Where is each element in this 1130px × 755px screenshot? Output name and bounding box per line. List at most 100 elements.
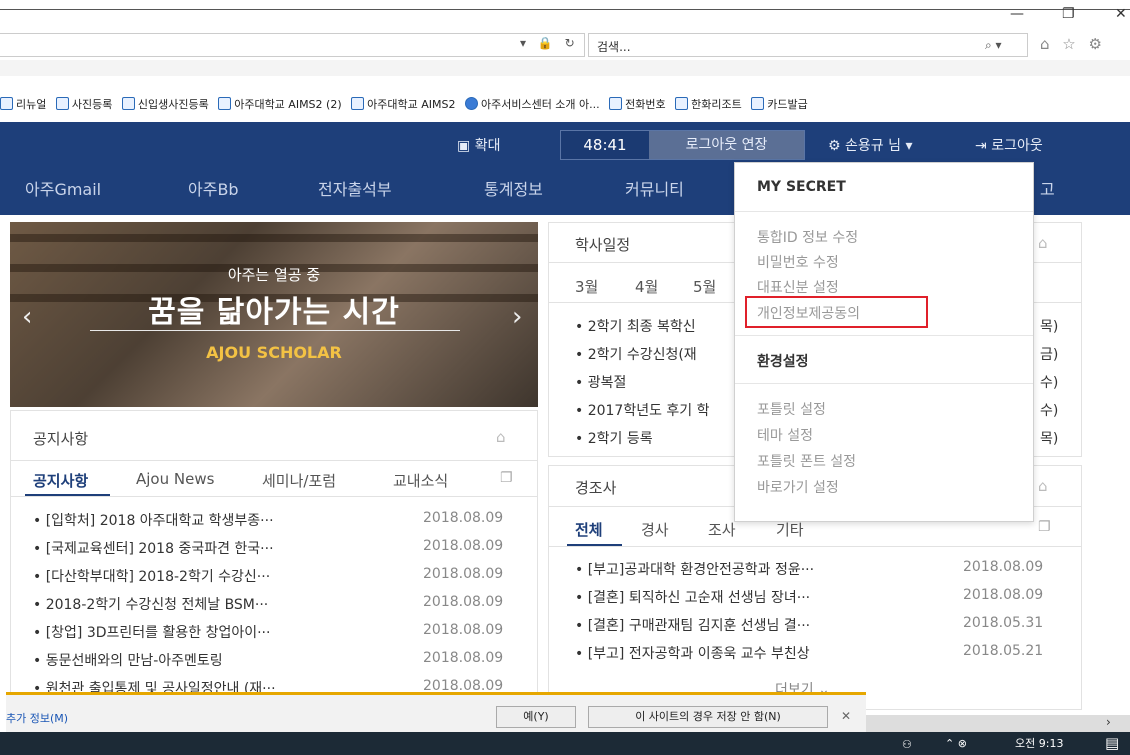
month-tab-5[interactable]: 5월 — [693, 276, 716, 297]
extend-logout-button[interactable]: 로그아웃 연장 — [649, 131, 804, 159]
favorite-item[interactable]: 아주대학교 AIMS2 (2) — [218, 96, 342, 112]
tab-notice[interactable]: 공지사항 — [33, 470, 88, 491]
ie-page-icon — [218, 97, 232, 110]
menu-item-change-password[interactable]: 비밀번호 수정 — [757, 252, 839, 272]
nav-item-community[interactable]: 커뮤니티 — [625, 176, 684, 200]
yes-button[interactable]: 예(Y) — [496, 706, 576, 728]
list-item[interactable]: • [입학처] 2018 아주대학교 학생부종··· 2018.08.09 — [33, 510, 528, 538]
favorite-item[interactable]: 아주서비스센터 소개 아... — [464, 96, 600, 112]
session-timer: 48:41 로그아웃 연장 — [560, 130, 805, 160]
nav-item-partial[interactable]: 고 — [1040, 176, 1055, 200]
zoom-label: 확대 — [474, 138, 501, 154]
search-icon[interactable]: ⌕ ▾ — [985, 38, 1002, 53]
favorite-item[interactable]: 전화번호 — [609, 96, 666, 112]
home-star-gear-icon[interactable]: ⌂ ☆ ⚙ — [1040, 35, 1106, 53]
list-item[interactable]: • 2018-2학기 수강신청 전체날 BSM··· 2018.08.09 — [33, 594, 528, 622]
item-title: • 2학기 최종 복학신 — [575, 319, 696, 335]
item-day: 수) — [1040, 403, 1059, 419]
list-item[interactable]: • [부고]공과대학 환경안전공학과 정윤··· 2018.08.09 — [575, 559, 1065, 587]
banner-next-icon[interactable]: › — [512, 302, 522, 332]
item-title: • [국제교육센터] 2018 중국파견 한국··· — [33, 541, 274, 557]
list-item[interactable]: • 동문선배와의 만남-아주멘토링 2018.08.09 — [33, 650, 528, 678]
menu-item-privacy-consent[interactable]: 개인정보제공동의 — [757, 303, 860, 323]
favorite-label: 리뉴얼 — [16, 98, 47, 111]
month-tab-4[interactable]: 4월 — [635, 276, 658, 297]
tab-etc[interactable]: 기타 — [776, 519, 804, 540]
ie-page-icon — [121, 97, 135, 110]
tab-all[interactable]: 전체 — [575, 519, 603, 540]
dropdown-divider — [735, 211, 1033, 212]
nav-item-gmail[interactable]: 아주Gmail — [25, 176, 101, 200]
list-item[interactable]: • [창업] 3D프린터를 활용한 창업아이··· 2018.08.09 — [33, 622, 528, 650]
more-window-icon[interactable]: ❐ — [500, 470, 513, 486]
more-window-icon[interactable]: ❐ — [1038, 519, 1051, 535]
tray-expand-icon[interactable]: ⌃ ⊗ — [945, 737, 967, 750]
menu-item-theme-settings[interactable]: 테마 설정 — [757, 425, 813, 445]
notice-list: • [입학처] 2018 아주대학교 학생부종··· 2018.08.09 • [… — [33, 510, 528, 706]
nav-item-attendance[interactable]: 전자출석부 — [318, 176, 392, 200]
people-icon[interactable]: ⚇ — [902, 738, 912, 751]
browser-address-row: ▾ 🔒 ↻ 검색... ⌕ ▾ ⌂ ☆ ⚙ — [0, 30, 1130, 60]
item-date: 2018.08.09 — [963, 587, 1044, 603]
condolence-title: 경조사 — [575, 479, 617, 497]
favorite-item[interactable]: 사진등록 — [55, 96, 113, 112]
item-title: • [입학처] 2018 아주대학교 학생부종··· — [33, 513, 274, 529]
favorite-label: 사진등록 — [71, 98, 113, 111]
banner-subtitle: AJOU SCHOLAR — [206, 343, 342, 362]
item-date: 2018.08.09 — [423, 538, 504, 554]
favorite-item[interactable]: 카드발급 — [751, 96, 808, 112]
more-info-link[interactable]: 추가 정보(M) — [6, 710, 68, 726]
menu-item-shortcut-settings[interactable]: 바로가기 설정 — [757, 477, 839, 497]
minimize-button[interactable]: — — [1010, 6, 1024, 22]
address-bar[interactable] — [0, 33, 585, 57]
gear-icon: ⚙ — [828, 138, 846, 154]
nav-item-bb[interactable]: 아주Bb — [188, 176, 239, 200]
horizontal-scrollbar[interactable]: › — [866, 715, 1130, 732]
menu-item-edit-id[interactable]: 통합ID 정보 수정 — [757, 227, 858, 247]
favorite-item[interactable]: 아주대학교 AIMS2 — [351, 96, 455, 112]
month-tab-3[interactable]: 3월 — [575, 276, 598, 297]
menu-item-portlet-settings[interactable]: 포틀릿 설정 — [757, 399, 826, 419]
lock-refresh-icon[interactable]: ▾ 🔒 ↻ — [520, 36, 579, 50]
tab-condolence[interactable]: 조사 — [708, 519, 736, 540]
tab-seminar[interactable]: 세미나/포럼 — [262, 470, 336, 491]
nav-item-statistics[interactable]: 통계정보 — [484, 176, 543, 200]
logout-button[interactable]: ⇥ 로그아웃 — [975, 135, 1043, 155]
item-date: 2018.05.31 — [963, 615, 1044, 631]
notifications-icon[interactable]: ▤ — [1105, 734, 1119, 752]
tab-campus-news[interactable]: 교내소식 — [393, 470, 448, 491]
save-password-notification: 추가 정보(M) 예(Y) 이 사이트의 경우 저장 안 함(N) ✕ — [6, 692, 866, 732]
item-date: 2018.08.09 — [423, 566, 504, 582]
banner-prev-icon[interactable]: ‹ — [22, 302, 32, 332]
close-window-button[interactable]: ✕ — [1115, 6, 1127, 22]
zoom-button[interactable]: ▣ 확대 — [457, 135, 500, 155]
item-day: 목) — [1040, 319, 1059, 335]
browser-search-input[interactable]: 검색... — [588, 33, 1028, 57]
tab-ajou-news[interactable]: Ajou News — [136, 470, 214, 488]
list-item[interactable]: • [부고] 전자공학과 이종욱 교수 부친상 2018.05.21 — [575, 643, 1065, 671]
favorite-item[interactable]: 리뉴얼 — [0, 96, 46, 112]
favorite-item[interactable]: 한화리조트 — [675, 96, 742, 112]
favorite-item[interactable]: 신입생사진등록 — [121, 96, 209, 112]
user-menu-button[interactable]: ⚙ 손용규 님 ▾ — [828, 135, 912, 155]
promo-banner[interactable]: 아주는 열공 중 꿈을 닮아가는 시간 AJOU SCHOLAR ‹ › — [10, 222, 538, 407]
never-save-button[interactable]: 이 사이트의 경우 저장 안 함(N) — [588, 706, 828, 728]
favorite-label: 전화번호 — [625, 98, 666, 111]
item-date: 2018.08.09 — [423, 622, 504, 638]
home-icon[interactable]: ⌂ — [496, 428, 506, 446]
list-item[interactable]: • [다산학부대학] 2018-2학기 수강신··· 2018.08.09 — [33, 566, 528, 594]
favorite-label: 카드발급 — [767, 98, 808, 111]
tab-celebration[interactable]: 경사 — [641, 519, 669, 540]
logout-icon: ⇥ — [975, 138, 992, 154]
close-icon[interactable]: ✕ — [841, 709, 851, 723]
restore-button[interactable]: ❐ — [1062, 6, 1075, 22]
clock-time[interactable]: 오전 9:13 — [1015, 735, 1063, 751]
list-item[interactable]: • [국제교육센터] 2018 중국파견 한국··· 2018.08.09 — [33, 538, 528, 566]
home-icon[interactable]: ⌂ — [1038, 234, 1048, 252]
menu-item-primary-identity[interactable]: 대표신분 설정 — [757, 277, 839, 297]
list-item[interactable]: • [결혼] 퇴직하신 고순재 선생님 장녀··· 2018.08.09 — [575, 587, 1065, 615]
list-item[interactable]: • [결혼] 구매관재팀 김지훈 선생님 결··· 2018.05.31 — [575, 615, 1065, 643]
menu-item-portlet-font[interactable]: 포틀릿 폰트 설정 — [757, 451, 856, 471]
scroll-right-icon[interactable]: › — [1106, 715, 1111, 729]
home-icon[interactable]: ⌂ — [1038, 477, 1048, 495]
